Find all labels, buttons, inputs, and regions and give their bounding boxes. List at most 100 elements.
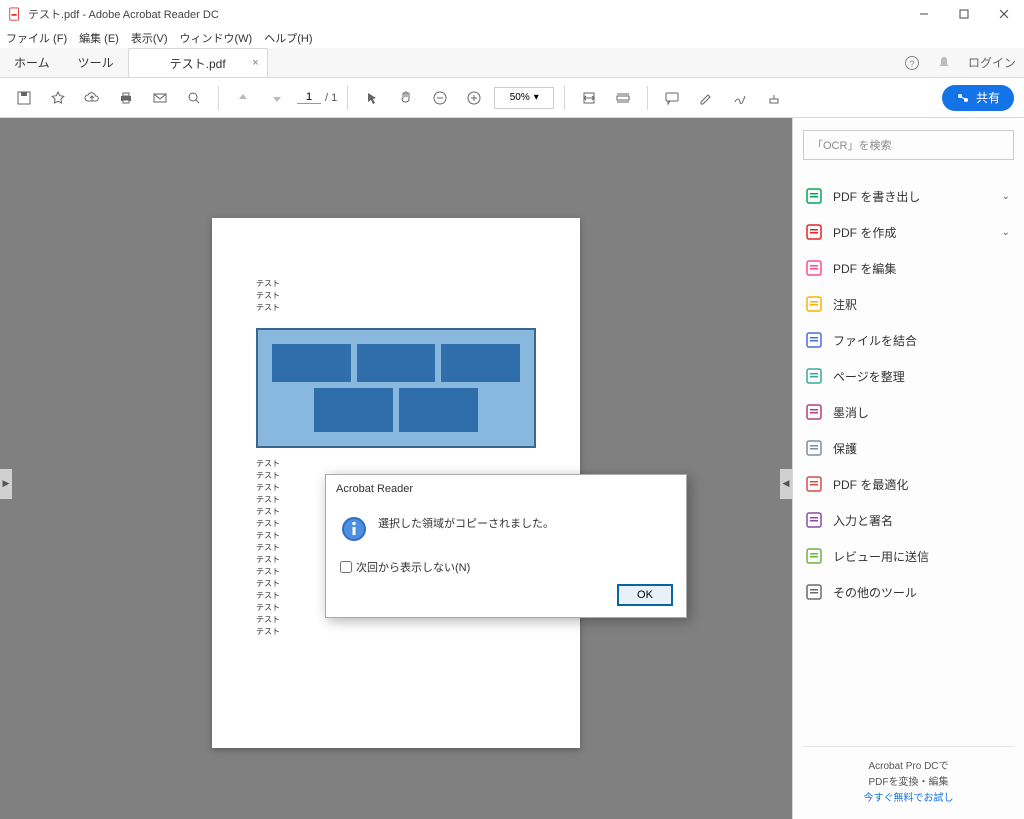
window-title: テスト.pdf - Adobe Acrobat Reader DC: [28, 6, 219, 22]
search-input[interactable]: 「OCR」を検索: [803, 130, 1014, 160]
menu-item[interactable]: 表示(V): [131, 30, 168, 46]
print-icon[interactable]: [112, 84, 140, 112]
tool-icon: [805, 187, 823, 205]
collapse-right-icon[interactable]: ◀: [780, 469, 792, 499]
tab-close-icon[interactable]: ×: [252, 57, 258, 69]
tools-button[interactable]: ツール: [64, 48, 128, 77]
tool-item[interactable]: PDF を最適化: [803, 466, 1014, 502]
promo-line1: Acrobat Pro DCで: [803, 759, 1014, 775]
tool-item[interactable]: PDF を編集: [803, 250, 1014, 286]
pointer-icon[interactable]: [358, 84, 386, 112]
comment-icon[interactable]: [658, 84, 686, 112]
zoom-in-icon[interactable]: [460, 84, 488, 112]
tab-label: テスト.pdf: [170, 55, 226, 72]
tool-label: PDF を編集: [833, 260, 896, 277]
tool-label: ファイルを結合: [833, 332, 917, 349]
chevron-down-icon: ⌄: [1002, 191, 1010, 202]
chevron-down-icon: ⌄: [1002, 227, 1010, 238]
tool-label: 保護: [833, 440, 857, 457]
fit-width-icon[interactable]: [575, 84, 603, 112]
tool-icon: [805, 367, 823, 385]
menu-item[interactable]: ヘルプ(H): [264, 30, 312, 46]
home-button[interactable]: ホーム: [0, 48, 64, 77]
promo-line2: PDFを変換・編集: [803, 775, 1014, 791]
tool-item[interactable]: 墨消し: [803, 394, 1014, 430]
tool-icon: [805, 511, 823, 529]
tool-icon: [805, 439, 823, 457]
tool-item[interactable]: その他のツール: [803, 574, 1014, 610]
tool-item[interactable]: PDF を作成 ⌄: [803, 214, 1014, 250]
pdf-file-icon: [8, 7, 22, 21]
dialog-title: Acrobat Reader: [326, 475, 686, 503]
tool-item[interactable]: 入力と署名: [803, 502, 1014, 538]
svg-text:?: ?: [909, 59, 914, 69]
tool-label: 墨消し: [833, 404, 869, 421]
selection-box: [357, 344, 436, 382]
menu-item[interactable]: ファイル (F): [6, 30, 67, 46]
fit-page-icon[interactable]: [609, 84, 637, 112]
zoom-select[interactable]: 50%▾: [494, 87, 554, 109]
tool-label: PDF を作成: [833, 224, 896, 241]
selection-box: [441, 344, 520, 382]
tool-label: 入力と署名: [833, 512, 893, 529]
dont-show-checkbox[interactable]: [340, 561, 352, 573]
menu-item[interactable]: ウィンドウ(W): [180, 30, 253, 46]
pdf-text-line: テスト: [256, 290, 536, 302]
search-icon[interactable]: [180, 84, 208, 112]
promo-link[interactable]: 今すぐ無料でお試し: [803, 791, 1014, 807]
pdf-text-line: テスト: [256, 278, 536, 290]
page-up-icon[interactable]: [229, 84, 257, 112]
page-total: / 1: [325, 92, 337, 104]
minimize-button[interactable]: [904, 0, 944, 28]
bell-icon[interactable]: [936, 55, 952, 71]
tool-icon: [805, 295, 823, 313]
ok-button[interactable]: OK: [618, 585, 672, 605]
document-tab[interactable]: テスト.pdf ×: [128, 48, 268, 77]
tool-label: ページを整理: [833, 368, 905, 385]
page-current-input[interactable]: [297, 91, 321, 104]
tool-label: PDF を書き出し: [833, 188, 920, 205]
menu-item[interactable]: 編集 (E): [79, 30, 119, 46]
sign-icon[interactable]: [726, 84, 754, 112]
tool-item[interactable]: 注釈: [803, 286, 1014, 322]
info-icon: [340, 515, 368, 543]
tool-item[interactable]: PDF を書き出し ⌄: [803, 178, 1014, 214]
collapse-left-icon[interactable]: ▶: [0, 469, 12, 499]
mail-icon[interactable]: [146, 84, 174, 112]
help-icon[interactable]: ?: [904, 55, 920, 71]
login-link[interactable]: ログイン: [968, 54, 1016, 71]
selection-box: [272, 344, 351, 382]
snapshot-selection[interactable]: [256, 328, 536, 448]
chevron-down-icon: ▾: [534, 92, 539, 103]
maximize-button[interactable]: [944, 0, 984, 28]
tool-icon: [805, 259, 823, 277]
close-button[interactable]: [984, 0, 1024, 28]
tool-label: レビュー用に送信: [833, 548, 929, 565]
tool-icon: [805, 583, 823, 601]
selection-box: [399, 388, 478, 432]
hand-icon[interactable]: [392, 84, 420, 112]
stamp-icon[interactable]: [760, 84, 788, 112]
tool-item[interactable]: レビュー用に送信: [803, 538, 1014, 574]
pdf-text-line: テスト: [256, 458, 536, 470]
tool-item[interactable]: 保護: [803, 430, 1014, 466]
tool-item[interactable]: ページを整理: [803, 358, 1014, 394]
tool-item[interactable]: ファイルを結合: [803, 322, 1014, 358]
share-button[interactable]: 共有: [942, 85, 1014, 111]
star-icon[interactable]: [44, 84, 72, 112]
tool-icon: [805, 223, 823, 241]
pdf-text-line: テスト: [256, 626, 536, 638]
tool-icon: [805, 403, 823, 421]
tool-label: 注釈: [833, 296, 857, 313]
highlight-icon[interactable]: [692, 84, 720, 112]
document-viewer[interactable]: ▶ ◀ テストテストテスト テストテストテストテストテストテストテストテストテス…: [0, 118, 792, 819]
page-down-icon[interactable]: [263, 84, 291, 112]
tool-icon: [805, 547, 823, 565]
zoom-out-icon[interactable]: [426, 84, 454, 112]
pdf-text-line: テスト: [256, 302, 536, 314]
cloud-icon[interactable]: [78, 84, 106, 112]
tool-icon: [805, 331, 823, 349]
dont-show-label: 次回から表示しない(N): [356, 559, 470, 575]
save-icon[interactable]: [10, 84, 38, 112]
dialog-message: 選択した領域がコピーされました。: [378, 515, 554, 531]
